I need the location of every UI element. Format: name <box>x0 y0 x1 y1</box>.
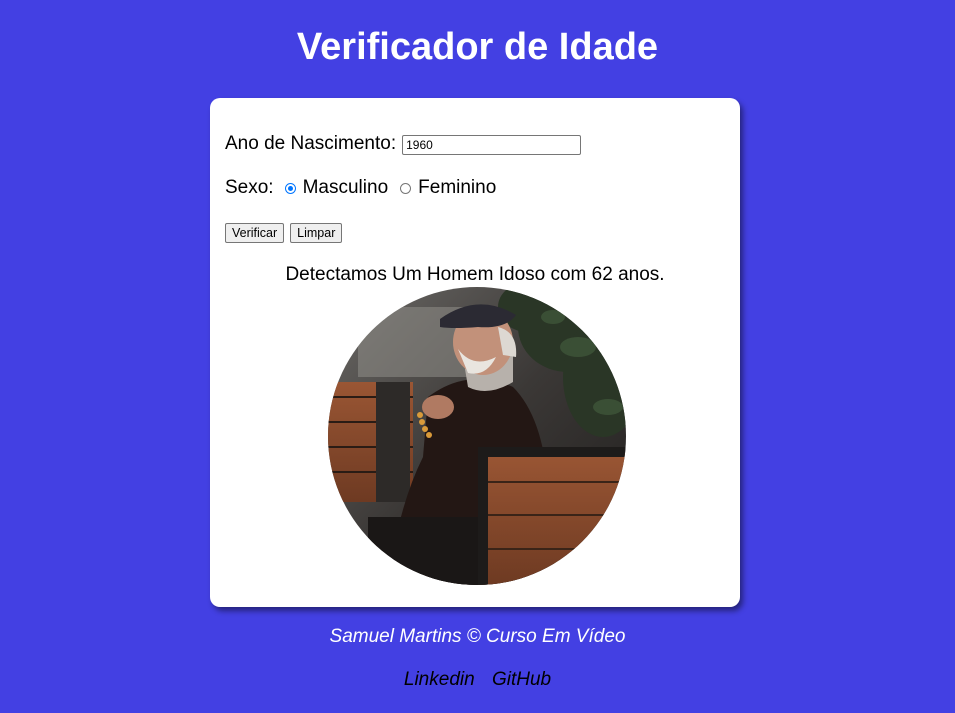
footer-links: Linkedin GitHub <box>0 669 955 691</box>
gender-row: Sexo: Masculino Feminino <box>225 177 496 199</box>
gender-label: Sexo: <box>225 177 274 198</box>
github-link[interactable]: GitHub <box>492 669 551 690</box>
birth-year-row: Ano de Nascimento: <box>225 133 582 155</box>
radio-feminino[interactable] <box>400 182 412 194</box>
result-text: Detectamos Um Homem Idoso com 62 anos. <box>285 264 665 285</box>
clear-button[interactable]: Limpar <box>290 223 343 243</box>
linkedin-link[interactable]: Linkedin <box>404 669 475 690</box>
radio-masculino-label[interactable]: Masculino <box>303 177 389 199</box>
footer-credit: Samuel Martins © Curso Em Vídeo <box>329 626 626 647</box>
birth-year-label: Ano de Nascimento: <box>225 133 397 154</box>
button-row: Verificar Limpar <box>225 223 343 243</box>
radio-masculino[interactable] <box>284 182 296 194</box>
radio-feminino-label[interactable]: Feminino <box>418 177 496 199</box>
page-title: Verificador de Idade <box>296 26 659 68</box>
verify-button[interactable]: Verificar <box>225 223 285 243</box>
birth-year-input[interactable] <box>402 135 582 155</box>
elderly-man-photo <box>328 287 626 585</box>
form-card: Ano de Nascimento: Sexo: Masculino Femin… <box>210 98 740 607</box>
